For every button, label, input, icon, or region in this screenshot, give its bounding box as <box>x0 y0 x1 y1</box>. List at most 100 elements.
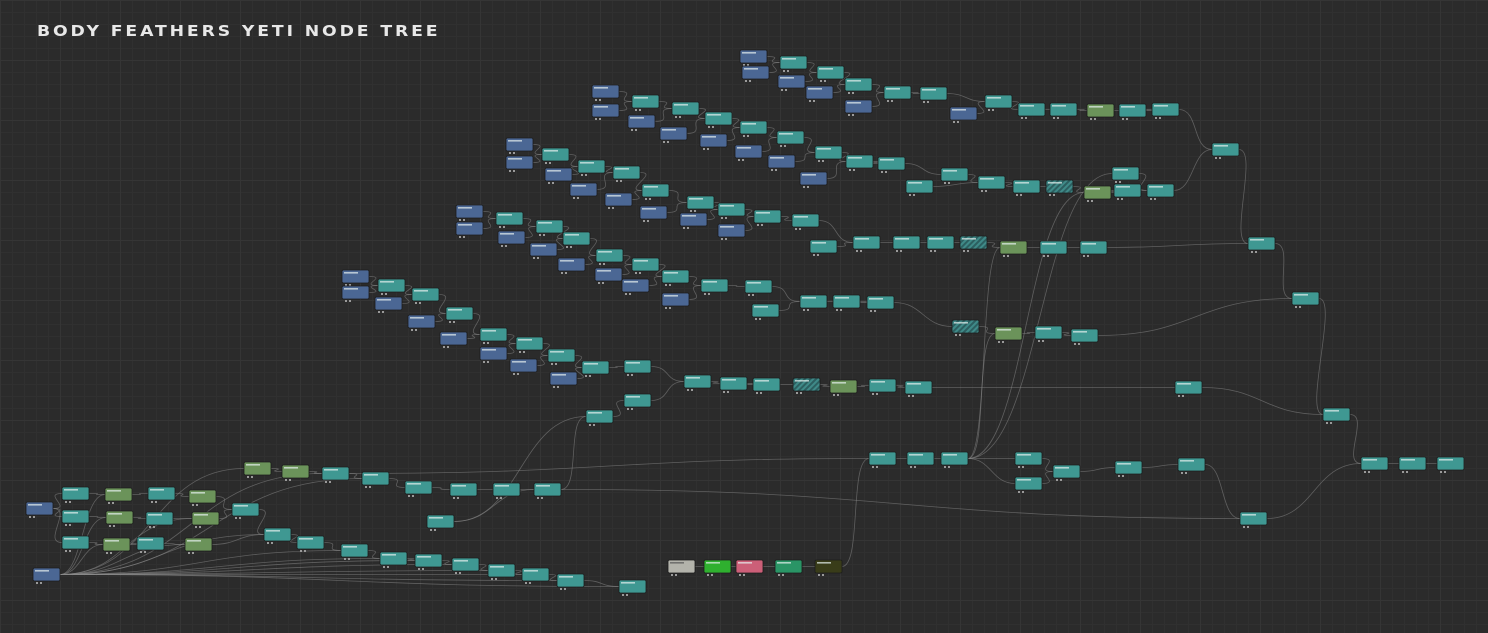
node-port[interactable] <box>1002 341 1004 343</box>
graph-node[interactable] <box>984 94 1013 111</box>
node-port[interactable] <box>418 568 420 570</box>
node-port[interactable] <box>267 542 269 544</box>
node-port[interactable] <box>727 391 729 393</box>
node-port[interactable] <box>533 257 535 259</box>
node-port[interactable] <box>443 346 445 348</box>
graph-node[interactable] <box>445 306 474 323</box>
node-port[interactable] <box>704 293 706 295</box>
node-port[interactable] <box>543 234 545 236</box>
node-port[interactable] <box>519 351 521 353</box>
node-port[interactable] <box>1444 471 1446 473</box>
node-port[interactable] <box>1022 491 1024 493</box>
graph-node[interactable] <box>951 319 980 336</box>
graph-node[interactable] <box>439 331 468 348</box>
graph-node[interactable] <box>581 360 610 377</box>
node-port[interactable] <box>1078 343 1080 345</box>
node-port[interactable] <box>723 391 725 393</box>
node-port[interactable] <box>782 574 784 576</box>
graph-node[interactable] <box>1118 103 1147 120</box>
graph-node[interactable] <box>562 231 591 248</box>
graph-node[interactable] <box>892 235 921 252</box>
graph-node[interactable] <box>739 49 768 66</box>
node-port[interactable] <box>499 226 501 228</box>
node-port[interactable] <box>708 126 710 128</box>
node-port[interactable] <box>1003 255 1005 257</box>
node-port[interactable] <box>848 114 850 116</box>
node-port[interactable] <box>505 245 507 247</box>
graph-node[interactable] <box>1211 142 1240 159</box>
graph-node[interactable] <box>1291 291 1320 308</box>
graph-node[interactable] <box>919 86 948 103</box>
node-port[interactable] <box>570 246 572 248</box>
node-port[interactable] <box>551 363 553 365</box>
graph-node[interactable] <box>703 559 732 576</box>
graph-node[interactable] <box>679 212 708 229</box>
node-port[interactable] <box>65 524 67 526</box>
graph-node[interactable] <box>407 314 436 331</box>
graph-node[interactable] <box>905 179 934 196</box>
node-port[interactable] <box>807 186 809 188</box>
node-port[interactable] <box>1185 472 1187 474</box>
node-port[interactable] <box>329 481 331 483</box>
node-port[interactable] <box>852 92 854 94</box>
node-port[interactable] <box>824 80 826 82</box>
graph-node[interactable] <box>994 326 1023 343</box>
graph-node[interactable] <box>505 155 534 172</box>
node-port[interactable] <box>557 386 559 388</box>
node-port[interactable] <box>487 342 489 344</box>
node-port[interactable] <box>1118 475 1120 477</box>
graph-node[interactable] <box>1177 457 1206 474</box>
node-port[interactable] <box>1007 255 1009 257</box>
node-port[interactable] <box>595 99 597 101</box>
graph-node[interactable] <box>547 348 576 365</box>
node-port[interactable] <box>344 558 346 560</box>
graph-node[interactable] <box>361 471 390 488</box>
node-port[interactable] <box>106 552 108 554</box>
node-port[interactable] <box>192 504 194 506</box>
node-port[interactable] <box>387 566 389 568</box>
node-port[interactable] <box>645 198 647 200</box>
graph-node[interactable] <box>814 145 843 162</box>
node-port[interactable] <box>809 100 811 102</box>
node-port[interactable] <box>759 318 761 320</box>
graph-node[interactable] <box>533 482 562 499</box>
graph-node[interactable] <box>671 101 700 118</box>
node-port[interactable] <box>503 226 505 228</box>
graph-node[interactable] <box>661 269 690 286</box>
node-port[interactable] <box>687 389 689 391</box>
node-port[interactable] <box>239 517 241 519</box>
node-port[interactable] <box>566 246 568 248</box>
node-graph-canvas[interactable]: BODY FEATHERS YETI NODE TREE <box>0 0 1488 633</box>
graph-node[interactable] <box>883 85 912 102</box>
node-port[interactable] <box>1018 491 1020 493</box>
node-port[interactable] <box>69 524 71 526</box>
node-port[interactable] <box>1243 526 1245 528</box>
node-port[interactable] <box>643 220 645 222</box>
node-port[interactable] <box>748 294 750 296</box>
graph-node[interactable] <box>699 133 728 150</box>
graph-node[interactable] <box>739 120 768 137</box>
node-port[interactable] <box>1368 471 1370 473</box>
node-port[interactable] <box>1150 198 1152 200</box>
graph-node[interactable] <box>541 147 570 164</box>
graph-node[interactable] <box>556 573 585 590</box>
node-port[interactable] <box>712 126 714 128</box>
node-port[interactable] <box>453 497 455 499</box>
node-port[interactable] <box>881 171 883 173</box>
graph-node[interactable] <box>191 511 220 528</box>
graph-node[interactable] <box>379 551 408 568</box>
graph-node[interactable] <box>777 74 806 91</box>
node-port[interactable] <box>513 152 515 154</box>
node-port[interactable] <box>1094 118 1096 120</box>
node-port[interactable] <box>548 182 550 184</box>
graph-node[interactable] <box>940 451 969 468</box>
node-port[interactable] <box>608 207 610 209</box>
node-port[interactable] <box>930 250 932 252</box>
node-port[interactable] <box>708 293 710 295</box>
graph-node[interactable] <box>341 269 370 286</box>
graph-node[interactable] <box>557 257 586 274</box>
node-port[interactable] <box>577 197 579 199</box>
node-port[interactable] <box>1021 117 1023 119</box>
graph-node[interactable] <box>700 278 729 295</box>
node-port[interactable] <box>780 145 782 147</box>
